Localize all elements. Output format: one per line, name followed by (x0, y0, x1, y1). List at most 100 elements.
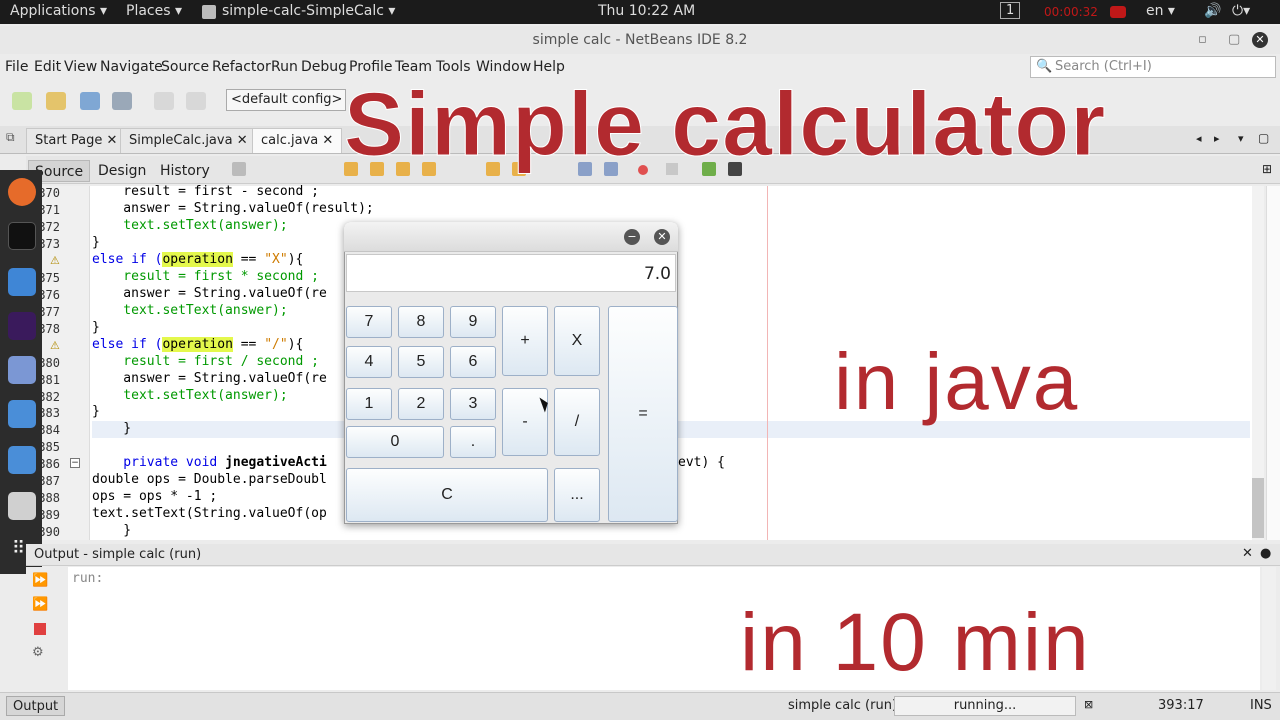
error-stripe (1266, 186, 1280, 540)
code-line: text.setText(answer); (92, 388, 288, 403)
shell-icon[interactable] (8, 312, 36, 340)
menu-profile[interactable]: Profile (349, 59, 393, 75)
tab-scroll-left-icon[interactable]: ◂ (1196, 132, 1202, 145)
output-scrollbar[interactable] (1262, 567, 1276, 690)
record-icon[interactable] (1110, 6, 1126, 18)
menu-view[interactable]: View (64, 59, 97, 75)
menu-file[interactable]: File (5, 59, 28, 75)
rerun-with-params-icon[interactable]: ⏩ (32, 597, 48, 612)
output-window-title: Output - simple calc (run) (26, 544, 1280, 566)
key-4[interactable]: 4 (346, 346, 392, 378)
key-5[interactable]: 5 (398, 346, 444, 378)
menu-navigate[interactable]: Navigate (100, 59, 163, 75)
code-line: } (92, 235, 100, 250)
text-editor-icon[interactable] (8, 356, 36, 384)
close-icon[interactable]: ✕ (1252, 32, 1268, 48)
key-clear[interactable]: C (346, 468, 548, 522)
last-edit-icon[interactable] (232, 162, 246, 176)
projects-window-icon[interactable]: ⧉ (6, 130, 15, 145)
output-close-icon[interactable]: ✕ (1242, 546, 1253, 561)
search-icon: 🔍 (1036, 59, 1053, 74)
save-all-icon[interactable] (112, 92, 132, 110)
menu-source[interactable]: Source (161, 59, 209, 75)
key-equals[interactable]: = (608, 306, 678, 522)
applications-menu[interactable]: Applications ▾ (10, 3, 107, 19)
warning-icon[interactable]: ⚠ (50, 254, 60, 267)
settings-icon[interactable]: ⚙ (32, 645, 44, 660)
right-margin-line (767, 186, 768, 540)
overlay-in-10-min: in 10 min (740, 597, 1091, 688)
menu-tools[interactable]: Tools (436, 59, 471, 75)
menu-edit[interactable]: Edit (34, 59, 61, 75)
new-project-icon[interactable] (46, 92, 66, 110)
language-menu[interactable]: en ▾ (1146, 3, 1175, 19)
key-2[interactable]: 2 (398, 388, 444, 420)
tab-start-page[interactable]: Start Page ✕ (26, 128, 127, 153)
tab-calc-java[interactable]: calc.java ✕ (252, 128, 343, 153)
key-3[interactable]: 3 (450, 388, 496, 420)
key-plus[interactable]: + (502, 306, 548, 376)
clock[interactable]: Thu 10:22 AM (598, 3, 695, 19)
open-project-icon[interactable] (80, 92, 100, 110)
menu-help[interactable]: Help (533, 59, 565, 75)
app-name-menu[interactable]: simple-calc-SimpleCalc ▾ (222, 3, 395, 19)
key-8[interactable]: 8 (398, 306, 444, 338)
key-9[interactable]: 9 (450, 306, 496, 338)
cancel-task-icon[interactable]: ⊠ (1084, 698, 1093, 711)
code-line: answer = String.valueOf(re (92, 286, 327, 301)
output-minimize-icon[interactable]: ● (1260, 546, 1271, 561)
menu-window[interactable]: Window (476, 59, 531, 75)
calc-display[interactable]: 7.0 (346, 254, 676, 292)
rerun-icon[interactable]: ⏩ (32, 573, 48, 588)
new-file-icon[interactable] (12, 92, 32, 110)
tab-list-icon[interactable]: ▾ (1238, 132, 1244, 145)
menu-run[interactable]: Run (271, 59, 298, 75)
redo-icon[interactable] (186, 92, 206, 110)
key-6[interactable]: 6 (450, 346, 496, 378)
key-negate[interactable]: ... (554, 468, 600, 522)
netbeans-icon[interactable] (8, 400, 36, 428)
tab-close-icon[interactable]: ✕ (322, 133, 333, 148)
places-menu[interactable]: Places ▾ (126, 3, 182, 19)
config-select[interactable]: <default config> (226, 89, 346, 111)
tab-close-icon[interactable]: ✕ (237, 133, 248, 148)
key-divide[interactable]: / (554, 388, 600, 456)
menu-refactor[interactable]: Refactor (212, 59, 271, 75)
minimize-icon[interactable]: ▫ (1198, 32, 1207, 47)
netbeans-icon[interactable] (8, 446, 36, 474)
key-7[interactable]: 7 (346, 306, 392, 338)
editor-scroll-thumb[interactable] (1252, 478, 1264, 538)
tab-scroll-right-icon[interactable]: ▸ (1214, 132, 1220, 145)
warning-icon[interactable]: ⚠ (50, 339, 60, 352)
stop-icon[interactable] (34, 623, 46, 635)
calc-close-icon[interactable]: ✕ (654, 229, 670, 245)
tab-close-icon[interactable]: ✕ (107, 133, 118, 148)
undo-icon[interactable] (154, 92, 174, 110)
files-icon[interactable] (8, 268, 36, 296)
tab-design[interactable]: Design (92, 160, 152, 182)
key-0[interactable]: 0 (346, 426, 444, 458)
key-decimal[interactable]: . (450, 426, 496, 458)
terminal-icon[interactable] (8, 222, 36, 250)
tab-history[interactable]: History (154, 160, 216, 182)
overlay-in-java: in java (834, 337, 1080, 426)
volume-icon[interactable]: 🔊 (1204, 3, 1221, 19)
calc-minimize-icon[interactable]: − (624, 229, 640, 245)
tab-simplecalc-java[interactable]: SimpleCalc.java ✕ (120, 128, 257, 153)
console-text: run: (72, 571, 104, 586)
status-bar: Output simple calc (run) running... ⊠ 39… (0, 692, 1280, 720)
maximize-editor-icon[interactable]: ▢ (1258, 131, 1269, 145)
java-app-icon[interactable] (8, 492, 36, 520)
fold-collapse-icon[interactable]: − (70, 458, 80, 468)
power-icon[interactable]: ⏻▾ (1232, 3, 1250, 19)
menu-team[interactable]: Team (395, 59, 432, 75)
key-1[interactable]: 1 (346, 388, 392, 420)
menu-debug[interactable]: Debug (301, 59, 347, 75)
key-multiply[interactable]: X (554, 306, 600, 376)
maximize-icon[interactable]: ▢ (1228, 32, 1240, 47)
output-toggle-button[interactable]: Output (6, 696, 66, 716)
show-apps-icon[interactable]: ⠿ (12, 538, 25, 559)
split-editor-icon[interactable]: ⊞ (1262, 162, 1272, 176)
firefox-icon[interactable] (8, 178, 36, 206)
workspace-indicator[interactable]: 1 (1000, 2, 1021, 19)
